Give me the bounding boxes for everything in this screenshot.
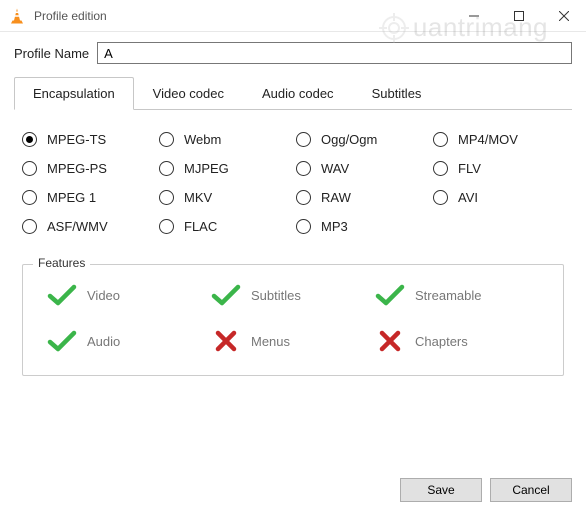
tab-subtitles[interactable]: Subtitles	[353, 77, 441, 110]
check-icon	[375, 283, 405, 307]
cancel-button[interactable]: Cancel	[490, 478, 572, 502]
feature-chapters: Chapters	[375, 329, 539, 353]
tab-panel-encapsulation: MPEG-TS Webm Ogg/Ogm MP4/MOV MPEG-PS MJPEG WAV…	[0, 110, 586, 242]
radio-label: WAV	[321, 161, 349, 176]
format-radio-mp4-mov[interactable]: MP4/MOV	[433, 132, 564, 147]
check-icon	[47, 283, 77, 307]
feature-streamable: Streamable	[375, 283, 539, 307]
check-icon	[47, 329, 77, 353]
features-group: Features VideoSubtitlesStreamableAudioMe…	[22, 264, 564, 376]
radio-label: FLAC	[184, 219, 217, 234]
close-button[interactable]	[541, 0, 586, 32]
radio-label: MPEG-PS	[47, 161, 107, 176]
radio-icon	[433, 161, 448, 176]
radio-label: Ogg/Ogm	[321, 132, 377, 147]
cross-icon	[375, 329, 405, 353]
profile-name-label: Profile Name	[14, 46, 89, 61]
radio-icon	[296, 161, 311, 176]
titlebar: Profile edition	[0, 0, 586, 32]
format-radio-mpeg-1[interactable]: MPEG 1	[22, 190, 153, 205]
radio-label: MP4/MOV	[458, 132, 518, 147]
format-radio-asf-wmv[interactable]: ASF/WMV	[22, 219, 153, 234]
window-title: Profile edition	[34, 9, 451, 23]
feature-label: Audio	[87, 334, 120, 349]
feature-label: Menus	[251, 334, 290, 349]
format-radio-mkv[interactable]: MKV	[159, 190, 290, 205]
radio-label: MPEG-TS	[47, 132, 106, 147]
radio-icon	[159, 219, 174, 234]
radio-label: RAW	[321, 190, 351, 205]
radio-label: FLV	[458, 161, 481, 176]
cross-icon	[211, 329, 241, 353]
format-radio-mpeg-ts[interactable]: MPEG-TS	[22, 132, 153, 147]
format-radio-flac[interactable]: FLAC	[159, 219, 290, 234]
feature-video: Video	[47, 283, 211, 307]
radio-icon	[22, 219, 37, 234]
feature-label: Chapters	[415, 334, 468, 349]
dialog-buttons: Save Cancel	[400, 478, 572, 502]
feature-label: Video	[87, 288, 120, 303]
format-radio-grid: MPEG-TS Webm Ogg/Ogm MP4/MOV MPEG-PS MJPEG WAV…	[22, 132, 564, 234]
format-radio-avi[interactable]: AVI	[433, 190, 564, 205]
format-radio-webm[interactable]: Webm	[159, 132, 290, 147]
tab-encapsulation[interactable]: Encapsulation	[14, 77, 134, 110]
vlc-cone-icon	[8, 7, 26, 25]
radio-icon	[433, 132, 448, 147]
tab-audio-codec[interactable]: Audio codec	[243, 77, 353, 110]
radio-icon	[433, 190, 448, 205]
format-radio-mpeg-ps[interactable]: MPEG-PS	[22, 161, 153, 176]
profile-name-input[interactable]	[97, 42, 572, 64]
format-radio-mp3[interactable]: MP3	[296, 219, 427, 234]
radio-icon	[159, 161, 174, 176]
format-radio-wav[interactable]: WAV	[296, 161, 427, 176]
feature-audio: Audio	[47, 329, 211, 353]
radio-icon	[159, 190, 174, 205]
radio-icon	[22, 132, 37, 147]
radio-label: MPEG 1	[47, 190, 96, 205]
radio-label: MJPEG	[184, 161, 229, 176]
radio-label: AVI	[458, 190, 478, 205]
radio-icon	[296, 190, 311, 205]
radio-label: ASF/WMV	[47, 219, 108, 234]
feature-subtitles: Subtitles	[211, 283, 375, 307]
radio-icon	[22, 161, 37, 176]
radio-label: Webm	[184, 132, 221, 147]
radio-icon	[296, 132, 311, 147]
feature-label: Subtitles	[251, 288, 301, 303]
format-radio-ogg-ogm[interactable]: Ogg/Ogm	[296, 132, 427, 147]
minimize-button[interactable]	[451, 0, 496, 32]
feature-menus: Menus	[211, 329, 375, 353]
radio-label: MP3	[321, 219, 348, 234]
tab-video-codec[interactable]: Video codec	[134, 77, 243, 110]
radio-icon	[296, 219, 311, 234]
maximize-button[interactable]	[496, 0, 541, 32]
radio-icon	[159, 132, 174, 147]
format-radio-flv[interactable]: FLV	[433, 161, 564, 176]
features-grid: Video Subtitles Streamable Audio Menus Chapte…	[47, 283, 539, 353]
features-legend: Features	[33, 256, 90, 270]
tabbar: EncapsulationVideo codecAudio codecSubti…	[14, 76, 572, 109]
radio-icon	[22, 190, 37, 205]
format-radio-raw[interactable]: RAW	[296, 190, 427, 205]
check-icon	[211, 283, 241, 307]
feature-label: Streamable	[415, 288, 481, 303]
profile-name-row: Profile Name	[0, 32, 586, 70]
radio-label: MKV	[184, 190, 212, 205]
format-radio-mjpeg[interactable]: MJPEG	[159, 161, 290, 176]
save-button[interactable]: Save	[400, 478, 482, 502]
